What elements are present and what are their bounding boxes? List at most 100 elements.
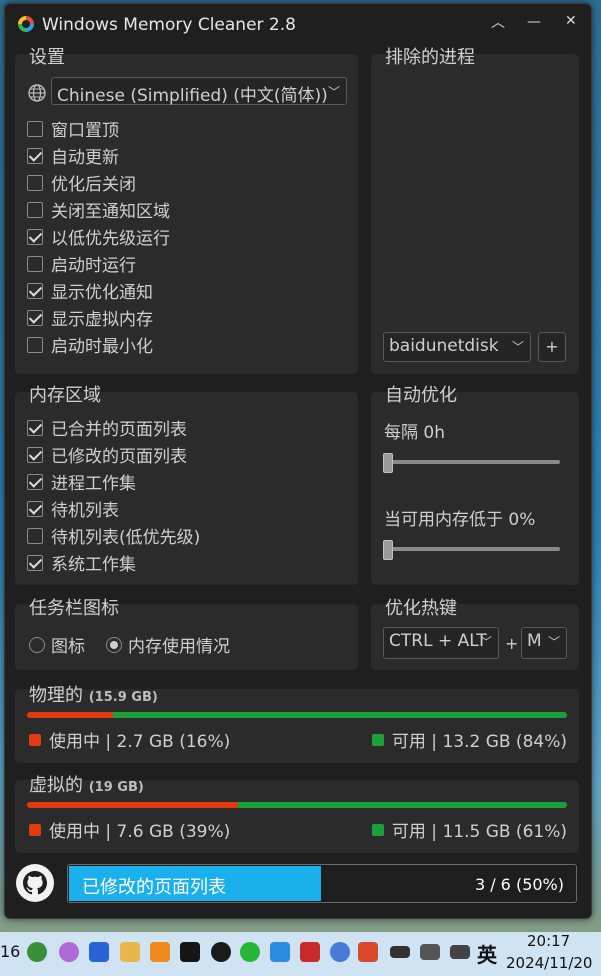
interval-slider-thumb[interactable] (383, 453, 393, 473)
checkbox-unchecked[interactable] (27, 337, 43, 353)
checkbox-checked[interactable] (27, 283, 43, 299)
shield-icon[interactable] (150, 942, 170, 962)
interval-label: 每隔 0h (384, 423, 445, 443)
checkbox-option[interactable]: 自动更新 (27, 143, 119, 168)
progress-count: 3 / 6 (50%) (474, 875, 564, 894)
clock-time[interactable]: 20:17 (527, 932, 570, 950)
cat-app-icon[interactable] (59, 942, 79, 962)
checkbox-option[interactable]: 窗口置顶 (27, 116, 119, 141)
checkbox-option[interactable]: 待机列表(低优先级) (27, 523, 200, 548)
volume-icon[interactable] (450, 945, 470, 959)
checkbox-checked[interactable] (27, 501, 43, 517)
used-color-swatch (29, 824, 41, 836)
checkbox-option[interactable]: 显示虚拟内存 (27, 305, 153, 330)
qq-icon[interactable] (211, 942, 231, 962)
virtual-free-label: 可用 | 11.5 GB (61%) (391, 822, 567, 842)
checkbox-option[interactable]: 显示优化通知 (27, 278, 153, 303)
collapse-button[interactable]: ︿ (491, 12, 505, 32)
checkbox-label: 启动时最小化 (51, 337, 153, 357)
cloud-icon[interactable] (270, 942, 290, 962)
checkbox-checked[interactable] (27, 229, 43, 245)
chevron-down-icon: ﹀ (511, 340, 524, 354)
tray-icon-title: 任务栏图标 (29, 598, 119, 619)
checkbox-checked[interactable] (27, 310, 43, 326)
code-icon[interactable] (89, 942, 109, 962)
tray-option-icon[interactable]: 图标 (29, 632, 85, 657)
taskbar-number: 16 (0, 942, 21, 961)
process-select[interactable]: baidunetdisk ﹀ (383, 332, 531, 362)
checkbox-label: 显示虚拟内存 (51, 310, 153, 330)
tray-option-usage[interactable]: 内存使用情况 (106, 632, 230, 657)
checkbox-label: 显示优化通知 (51, 283, 153, 303)
physical-usage-bar (27, 712, 567, 718)
threshold-slider-track[interactable] (385, 547, 560, 551)
checkbox-unchecked[interactable] (27, 256, 43, 272)
tray-option-icon-label: 图标 (51, 637, 85, 657)
checkbox-option[interactable]: 优化后关闭 (27, 170, 136, 195)
chevron-down-icon: ﹀ (479, 635, 492, 649)
checkbox-label: 已修改的页面列表 (51, 447, 187, 467)
checkbox-unchecked[interactable] (27, 175, 43, 191)
minimize-button[interactable]: — (527, 14, 541, 30)
checkbox-checked[interactable] (27, 447, 43, 463)
checkbox-option[interactable]: 以低优先级运行 (27, 224, 170, 249)
clock-date[interactable]: 2024/11/20 (506, 954, 592, 972)
chevron-down-icon: ﹀ (547, 635, 560, 649)
checkbox-unchecked[interactable] (27, 202, 43, 218)
radio-icon-option[interactable] (29, 637, 45, 653)
github-icon[interactable] (15, 863, 55, 903)
checkbox-checked[interactable] (27, 474, 43, 490)
threshold-slider-thumb[interactable] (383, 540, 393, 560)
checkbox-label: 启动时运行 (51, 256, 136, 276)
checkbox-label: 窗口置顶 (51, 121, 119, 141)
media-icon[interactable] (180, 942, 200, 962)
memory-areas-title: 内存区域 (29, 385, 101, 406)
free-color-swatch (371, 734, 384, 746)
checkbox-unchecked[interactable] (27, 528, 43, 544)
process-value: baidunetdisk (389, 336, 499, 356)
checkbox-option[interactable]: 启动时运行 (27, 251, 136, 276)
ime-indicator[interactable]: 英 (477, 939, 497, 968)
checkbox-option[interactable]: 待机列表 (27, 496, 119, 521)
radio-usage-option[interactable] (106, 637, 122, 653)
checkbox-checked[interactable] (27, 555, 43, 571)
settings-title: 设置 (29, 47, 65, 68)
network-icon[interactable] (420, 944, 440, 960)
checkbox-option[interactable]: 进程工作集 (27, 469, 136, 494)
browser-icon[interactable] (27, 942, 47, 962)
checkbox-unchecked[interactable] (27, 121, 43, 137)
virtual-title: 虚拟的 (19 GB) (29, 775, 144, 796)
checkbox-checked[interactable] (27, 420, 43, 436)
hotkey-modifier-select[interactable]: CTRL + ALT ﹀ (383, 627, 499, 659)
wechat-icon[interactable] (240, 942, 260, 962)
checkbox-option[interactable]: 已修改的页面列表 (27, 442, 187, 467)
checkbox-checked[interactable] (27, 148, 43, 164)
taskbar: 16 英 20:17 2024/11/20 (0, 932, 601, 976)
battery-icon[interactable] (390, 946, 410, 958)
link-icon[interactable] (330, 942, 350, 962)
checkbox-label: 优化后关闭 (51, 175, 136, 195)
checkbox-label: 关闭至通知区域 (51, 202, 170, 222)
checkbox-option[interactable]: 启动时最小化 (27, 332, 153, 357)
language-value: Chinese (Simplified) (中文(简体)) (57, 86, 328, 106)
excluded-title: 排除的进程 (385, 47, 475, 68)
interval-slider-track[interactable] (385, 460, 560, 464)
title-bar[interactable]: Windows Memory Cleaner 2.8 ︿ — ✕ (5, 4, 591, 44)
checkbox-label: 以低优先级运行 (51, 229, 170, 249)
close-button[interactable]: ✕ (565, 13, 577, 29)
checkbox-label: 自动更新 (51, 148, 119, 168)
checkbox-option[interactable]: 关闭至通知区域 (27, 197, 170, 222)
virtual-used-label: 使用中 | 7.6 GB (39%) (49, 822, 231, 842)
tray-option-usage-label: 内存使用情况 (128, 637, 230, 657)
checkbox-option[interactable]: 系统工作集 (27, 550, 136, 575)
virtual-usage-bar (27, 802, 567, 808)
folder-icon[interactable] (120, 942, 140, 962)
hotkey-key-select[interactable]: M ﹀ (521, 627, 567, 659)
speaker-alert-icon[interactable] (358, 942, 378, 962)
physical-total: (15.9 GB) (88, 690, 158, 705)
add-process-button[interactable]: + (538, 332, 566, 362)
language-select[interactable]: Chinese (Simplified) (中文(简体)) ﹀ (51, 77, 347, 106)
checkbox-option[interactable]: 已合并的页面列表 (27, 415, 187, 440)
app-logo-icon (18, 16, 34, 32)
blocked-app-icon[interactable] (300, 942, 320, 962)
